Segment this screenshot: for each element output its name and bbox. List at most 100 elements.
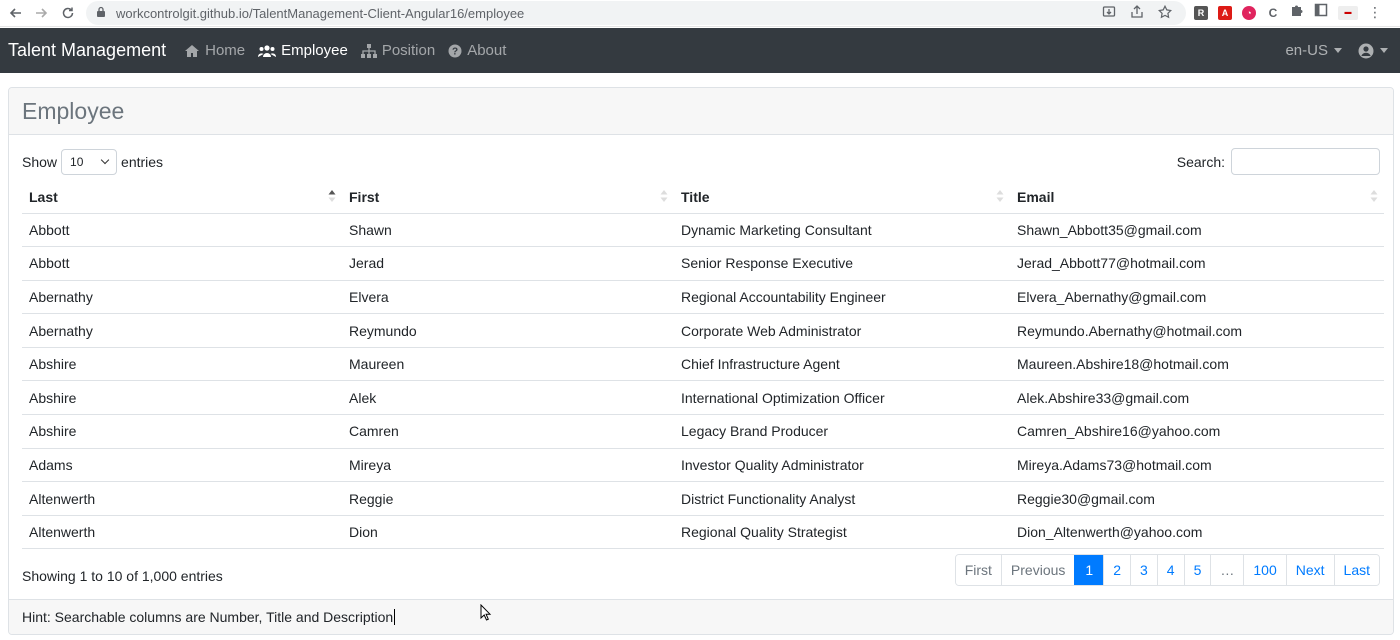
- employee-card: Employee Show 10 entries Search: Last Fi: [8, 87, 1394, 635]
- cell-title: District Functionality Analyst: [674, 481, 1010, 516]
- cell-last: Abernathy: [22, 313, 342, 348]
- cell-first: Alek: [342, 380, 674, 416]
- pagination-first[interactable]: First: [955, 555, 1001, 585]
- column-header-label: First: [349, 188, 380, 205]
- table-row[interactable]: Abshire Camren Legacy Brand Producer Camren…: [22, 414, 1384, 449]
- column-header-last[interactable]: Last: [22, 181, 342, 214]
- search-input[interactable]: [1231, 148, 1380, 175]
- show-label: Show: [22, 154, 58, 170]
- cell-last: Abbott: [22, 213, 342, 248]
- forward-arrow-icon[interactable]: [31, 3, 51, 23]
- cell-title: Investor Quality Administrator: [674, 448, 1010, 483]
- sort-both-icon: [996, 190, 1004, 202]
- cell-first: Camren: [342, 414, 674, 449]
- cell-last: Abbott: [22, 246, 342, 281]
- app-navbar: Talent Management Home Employee Position…: [0, 28, 1400, 73]
- cell-email: Maureen.Abshire18@hotmail.com: [1010, 347, 1384, 382]
- nav-link-home[interactable]: Home: [184, 42, 245, 59]
- pagination: First Previous 1 2 3 4 5 … 100 Next Last: [954, 554, 1380, 586]
- mouse-pointer-icon: [480, 604, 492, 621]
- extension-r-icon[interactable]: R: [1194, 5, 1208, 20]
- column-header-label: Email: [1017, 188, 1055, 205]
- table-row[interactable]: Abshire Alek International Optimization Of…: [22, 380, 1384, 416]
- pagination-next[interactable]: Next: [1285, 555, 1334, 585]
- navbar-brand[interactable]: Talent Management: [8, 40, 166, 61]
- extension-c-icon[interactable]: C: [1266, 6, 1280, 20]
- cell-last: Abshire: [22, 414, 342, 449]
- angular-extension-icon[interactable]: A: [1218, 5, 1232, 20]
- puzzle-extensions-icon[interactable]: [1290, 3, 1304, 22]
- cell-first: Dion: [342, 515, 674, 550]
- address-bar[interactable]: workcontrolgit.github.io/TalentManagemen…: [86, 1, 1186, 25]
- table-row[interactable]: Abbott Shawn Dynamic Marketing Consultant S…: [22, 213, 1384, 248]
- table-controls: Show 10 entries Search:: [22, 148, 1380, 175]
- cell-last: Abshire: [22, 347, 342, 382]
- install-icon[interactable]: [1102, 5, 1116, 22]
- pagination-page[interactable]: 2: [1103, 555, 1130, 585]
- cell-last: Abernathy: [22, 280, 342, 315]
- table-row[interactable]: Abernathy Elvera Regional Accountability E…: [22, 280, 1384, 315]
- cell-title: Dynamic Marketing Consultant: [674, 213, 1010, 248]
- pagination-last[interactable]: Last: [1333, 555, 1379, 585]
- cell-title: International Optimization Officer: [674, 380, 1010, 416]
- page-size-value: 10: [70, 155, 84, 169]
- sidebar-icon[interactable]: [1314, 3, 1328, 22]
- nav-link-about[interactable]: ? About: [448, 42, 506, 59]
- share-icon[interactable]: [1130, 5, 1144, 22]
- pagination-page[interactable]: 3: [1129, 555, 1157, 585]
- user-circle-icon: [1358, 43, 1374, 58]
- nav-link-position[interactable]: Position: [360, 42, 435, 59]
- nav-link-employee[interactable]: Employee: [258, 42, 348, 59]
- table-row[interactable]: Altenwerth Dion Regional Quality Strategis…: [22, 515, 1384, 550]
- profile-badge-icon[interactable]: ▬: [1338, 5, 1358, 20]
- entries-label: entries: [121, 154, 164, 170]
- kebab-menu-icon[interactable]: ⋮: [1368, 4, 1382, 21]
- nav-link-label: Employee: [281, 42, 348, 59]
- column-header-title[interactable]: Title: [674, 181, 1010, 214]
- svg-text:?: ?: [452, 46, 458, 57]
- card-footer: Hint: Searchable columns are Number, Tit…: [9, 599, 1393, 634]
- employee-table: Last First Title Email Abbott Shawn Dynami: [22, 181, 1384, 550]
- cell-first: Reggie: [342, 481, 674, 516]
- hint-text: Hint: Searchable columns are Number, Tit…: [22, 609, 394, 625]
- cell-title: Chief Infrastructure Agent: [674, 347, 1010, 382]
- page-title: Employee: [22, 97, 125, 124]
- cell-last: Altenwerth: [22, 481, 342, 516]
- sort-both-icon: [1370, 190, 1378, 202]
- cell-last: Altenwerth: [22, 515, 342, 550]
- pagination-previous[interactable]: Previous: [1000, 555, 1075, 585]
- column-header-email[interactable]: Email: [1010, 181, 1384, 214]
- table-row[interactable]: Abshire Maureen Chief Infrastructure Agent…: [22, 347, 1384, 382]
- cell-email: Reggie30@gmail.com: [1010, 481, 1384, 516]
- table-row[interactable]: Abbott Jerad Senior Response Executive Jera…: [22, 246, 1384, 281]
- table-row[interactable]: Altenwerth Reggie District Functionality A…: [22, 481, 1384, 516]
- cell-email: Jerad_Abbott77@hotmail.com: [1010, 246, 1384, 281]
- browser-toolbar: workcontrolgit.github.io/TalentManagemen…: [0, 0, 1400, 27]
- column-header-label: Last: [29, 188, 58, 205]
- language-dropdown[interactable]: en-US: [1285, 42, 1342, 59]
- extension-circle-icon[interactable]: ◔: [1242, 5, 1256, 20]
- pagination-ellipsis: …: [1210, 555, 1244, 585]
- cell-title: Regional Quality Strategist: [674, 515, 1010, 550]
- table-body: Abbott Shawn Dynamic Marketing Consultant S…: [22, 213, 1384, 550]
- home-icon: [185, 44, 200, 57]
- page-size-select[interactable]: 10: [61, 149, 118, 175]
- cell-first: Mireya: [342, 448, 674, 483]
- cell-title: Legacy Brand Producer: [674, 414, 1010, 449]
- pagination-page[interactable]: 100: [1243, 555, 1286, 585]
- pagination-page[interactable]: 5: [1183, 555, 1211, 585]
- pagination-page[interactable]: 4: [1156, 555, 1184, 585]
- table-row[interactable]: Adams Mireya Investor Quality Administrato…: [22, 448, 1384, 483]
- user-menu-dropdown[interactable]: [1358, 43, 1388, 59]
- reload-icon[interactable]: [58, 3, 78, 23]
- back-arrow-icon[interactable]: [6, 3, 26, 23]
- cell-email: Alek.Abshire33@gmail.com: [1010, 380, 1384, 416]
- pagination-page[interactable]: 1: [1074, 555, 1104, 585]
- column-header-first[interactable]: First: [342, 181, 674, 214]
- cell-last: Adams: [22, 448, 342, 483]
- table-row[interactable]: Abernathy Reymundo Corporate Web Administr…: [22, 313, 1384, 348]
- users-icon: [258, 44, 277, 57]
- nav-link-label: About: [467, 42, 507, 59]
- bookmark-star-icon[interactable]: [1157, 4, 1173, 22]
- table-info: Showing 1 to 10 of 1,000 entries: [22, 568, 223, 584]
